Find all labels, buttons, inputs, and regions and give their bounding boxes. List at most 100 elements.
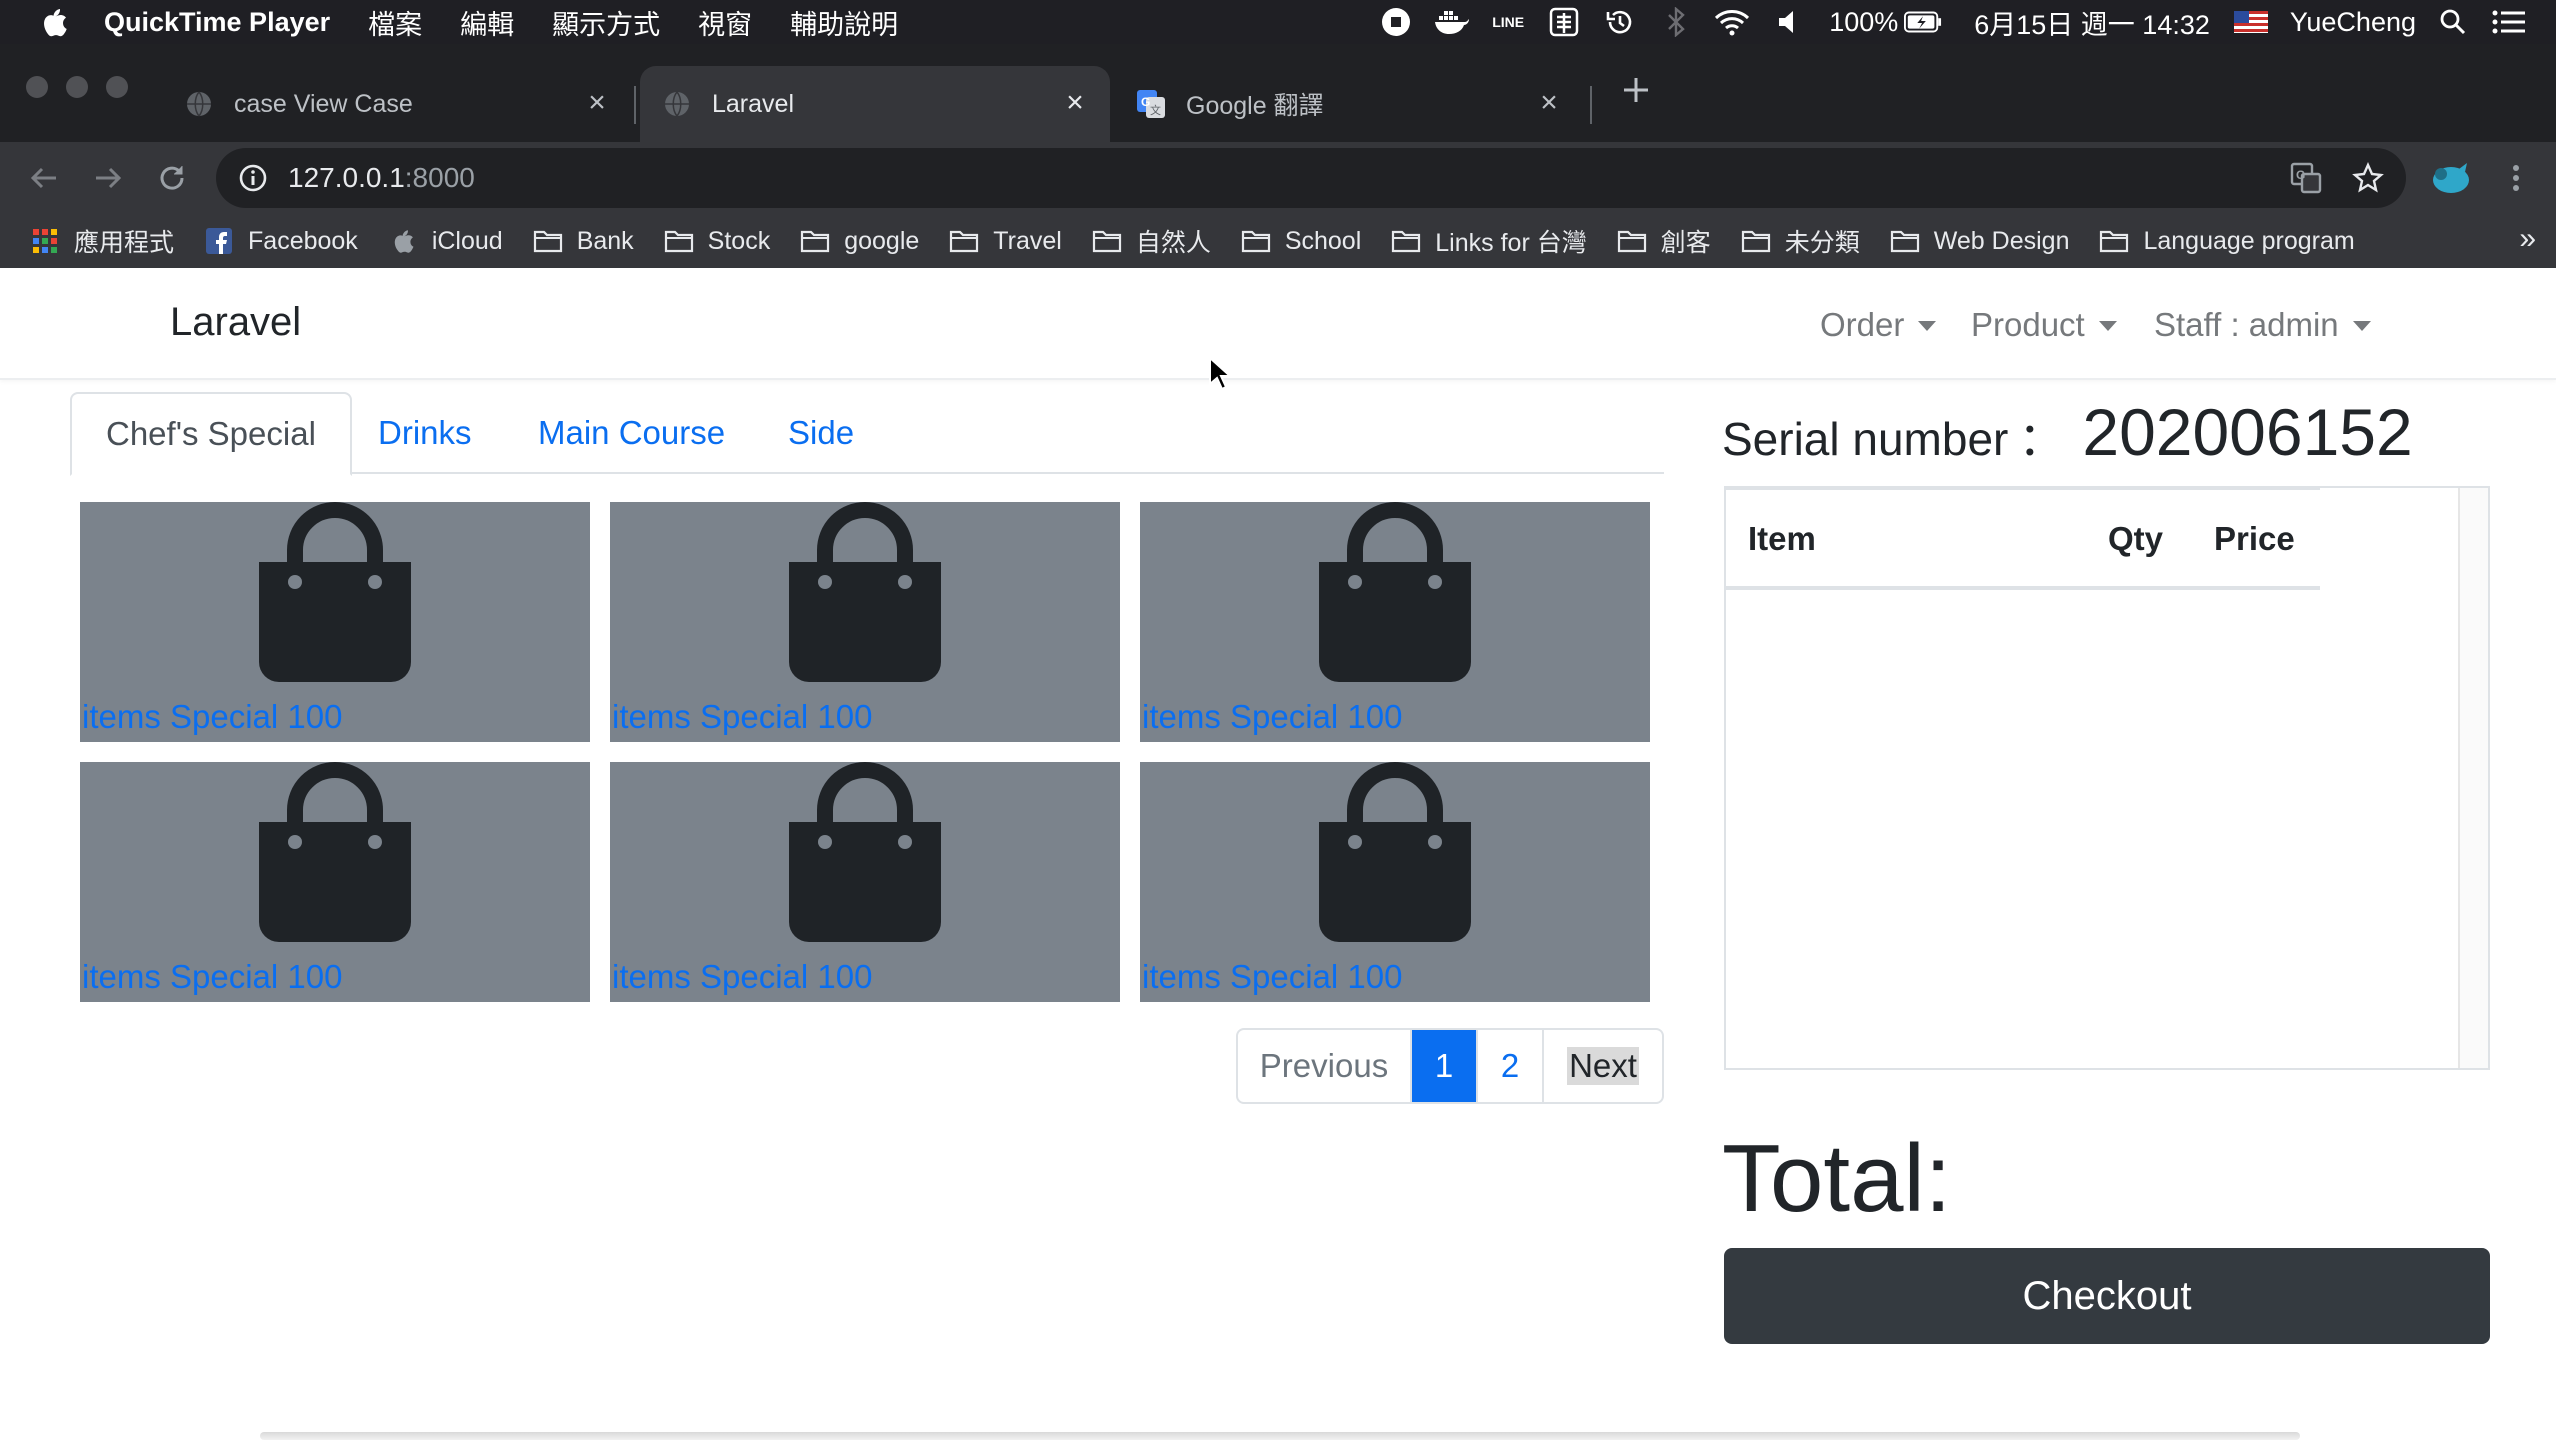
product-card[interactable]: items Special 100 <box>1140 502 1650 742</box>
apple-menu-icon[interactable] <box>40 5 70 39</box>
bookmark-apps[interactable]: 應用程式 <box>30 223 174 259</box>
bookmark-folder-bank[interactable]: Bank <box>533 226 634 256</box>
menubar-clock[interactable]: 6月15日 週一 14:32 <box>1974 3 2210 42</box>
site-info-icon[interactable] <box>238 163 268 193</box>
window-close-button[interactable] <box>26 76 48 98</box>
tab-drinks[interactable]: Drinks <box>344 392 506 474</box>
product-card[interactable]: items Special 100 <box>610 762 1120 1002</box>
browser-tab-google-translate[interactable]: G文 Google 翻譯 × <box>1114 66 1584 142</box>
apps-grid-icon <box>30 226 60 256</box>
product-label[interactable]: items Special 100 <box>82 958 342 996</box>
bookmark-icloud[interactable]: iCloud <box>388 226 503 256</box>
bookmark-folder-citizen[interactable]: 自然人 <box>1092 223 1211 259</box>
product-label[interactable]: items Special 100 <box>1142 698 1402 736</box>
caret-down-icon <box>2352 321 2371 331</box>
bookmarks-overflow-button[interactable]: » <box>2519 222 2536 256</box>
extension-avatar-icon[interactable] <box>2428 156 2472 200</box>
tab-divider <box>1590 86 1592 124</box>
checkout-button[interactable]: Checkout <box>1724 1248 2490 1344</box>
docker-icon[interactable] <box>1433 6 1471 38</box>
active-app-name[interactable]: QuickTime Player <box>104 7 330 38</box>
window-minimize-button[interactable] <box>66 76 88 98</box>
pagination-previous[interactable]: Previous <box>1238 1030 1412 1102</box>
bookmark-folder-stock[interactable]: Stock <box>664 226 770 256</box>
menu-file[interactable]: 檔案 <box>368 3 422 42</box>
bookmark-folder-links-taiwan[interactable]: Links for 台灣 <box>1391 223 1587 259</box>
bookmark-label: Travel <box>993 226 1062 255</box>
nav-staff-dropdown[interactable]: Staff : admin <box>2154 306 2371 344</box>
close-tab-icon[interactable]: × <box>582 86 612 119</box>
folder-icon <box>1741 226 1771 256</box>
window-zoom-button[interactable] <box>106 76 128 98</box>
serial-number-colon: ： <box>2018 413 2065 465</box>
bookmark-folder-language-program[interactable]: Language program <box>2099 226 2355 256</box>
volume-icon[interactable] <box>1769 6 1807 38</box>
product-label[interactable]: items Special 100 <box>612 698 872 736</box>
bookmark-folder-web-design[interactable]: Web Design <box>1890 226 2069 256</box>
pagination-next-label: Next <box>1567 1047 1639 1085</box>
translate-page-icon[interactable]: G <box>2286 158 2326 198</box>
browser-tab-laravel[interactable]: Laravel × <box>640 66 1110 142</box>
product-label[interactable]: items Special 100 <box>612 958 872 996</box>
back-arrow-icon[interactable] <box>22 156 66 200</box>
folder-icon <box>949 226 979 256</box>
pagination-page-2[interactable]: 2 <box>1478 1030 1544 1102</box>
menu-help[interactable]: 輔助說明 <box>790 3 898 42</box>
browser-tab-case-view[interactable]: case View Case × <box>162 66 632 142</box>
menu-view[interactable]: 顯示方式 <box>552 3 660 42</box>
bookmark-folder-uncategorized[interactable]: 未分類 <box>1741 223 1860 259</box>
close-tab-icon[interactable]: × <box>1060 86 1090 119</box>
address-bar[interactable]: 127.0.0.1:8000 G <box>216 148 2406 208</box>
shopping-bag-icon <box>259 762 411 942</box>
nav-product-dropdown[interactable]: Product <box>1971 306 2117 344</box>
product-label[interactable]: items Special 100 <box>1142 958 1402 996</box>
bookmark-label: Language program <box>2143 226 2355 255</box>
time-machine-icon[interactable] <box>1601 6 1639 38</box>
bookmark-facebook[interactable]: Facebook <box>204 226 358 256</box>
reload-icon[interactable] <box>150 156 194 200</box>
screen-recording-stop-icon[interactable] <box>1377 6 1415 38</box>
product-card[interactable]: items Special 100 <box>80 502 590 742</box>
order-table-scrollbar[interactable] <box>2458 488 2488 1068</box>
pagination-page-1[interactable]: 1 <box>1412 1030 1478 1102</box>
pagination-next[interactable]: Next <box>1544 1030 1662 1102</box>
bookmark-label: School <box>1284 226 1362 255</box>
navbar-brand[interactable]: Laravel <box>170 300 301 345</box>
top-navbar: Laravel Order Product Staff : admin <box>0 268 2556 380</box>
tab-strip: case View Case × Laravel × G文 Google 翻譯 … <box>0 44 2556 142</box>
product-label[interactable]: items Special 100 <box>82 698 342 736</box>
browser-menu-icon[interactable] <box>2494 156 2538 200</box>
forward-arrow-icon[interactable] <box>86 156 130 200</box>
tab-title: case View Case <box>234 89 413 118</box>
nav-order-dropdown[interactable]: Order <box>1820 306 1937 344</box>
new-tab-button[interactable] <box>1618 72 1654 108</box>
close-tab-icon[interactable]: × <box>1534 86 1564 119</box>
spotlight-search-icon[interactable] <box>2434 6 2472 38</box>
bookmark-folder-school[interactable]: School <box>1241 226 1361 256</box>
bookmark-folder-google[interactable]: google <box>800 226 919 256</box>
macos-menu-bar: QuickTime Player 檔案 編輯 顯示方式 視窗 輔助說明 LINE… <box>0 0 2556 44</box>
tab-side[interactable]: Side <box>754 392 888 474</box>
url-host: 127.0.0.1 <box>288 162 405 193</box>
bookmark-folder-travel[interactable]: Travel <box>949 226 1062 256</box>
menu-edit[interactable]: 編輯 <box>460 3 514 42</box>
bookmark-folder-maker[interactable]: 創客 <box>1617 223 1711 259</box>
line-app-icon[interactable]: LINE <box>1489 6 1527 38</box>
tab-chefs-special[interactable]: Chef's Special <box>70 392 352 476</box>
product-card[interactable]: items Special 100 <box>80 762 590 1002</box>
input-method-icon[interactable] <box>1545 6 1583 38</box>
menubar-username[interactable]: YueCheng <box>2290 7 2416 38</box>
bluetooth-icon[interactable] <box>1657 6 1695 38</box>
product-card[interactable]: items Special 100 <box>1140 762 1650 1002</box>
bookmark-star-icon[interactable] <box>2348 158 2388 198</box>
tab-main-course[interactable]: Main Course <box>504 392 759 474</box>
us-flag-input-source-icon[interactable] <box>2233 11 2268 33</box>
wifi-icon[interactable] <box>1713 6 1751 38</box>
order-items-table[interactable]: Item Qty Price <box>1724 486 2490 1070</box>
bookmarks-bar: 應用程式 Facebook iCloud Bank Stock google T… <box>0 214 2556 268</box>
browser-toolbar: 127.0.0.1:8000 G <box>0 142 2556 214</box>
product-card[interactable]: items Special 100 <box>610 502 1120 742</box>
menu-window[interactable]: 視窗 <box>698 3 752 42</box>
notification-center-icon[interactable] <box>2490 6 2528 38</box>
battery-charging-icon[interactable] <box>1904 6 1942 38</box>
